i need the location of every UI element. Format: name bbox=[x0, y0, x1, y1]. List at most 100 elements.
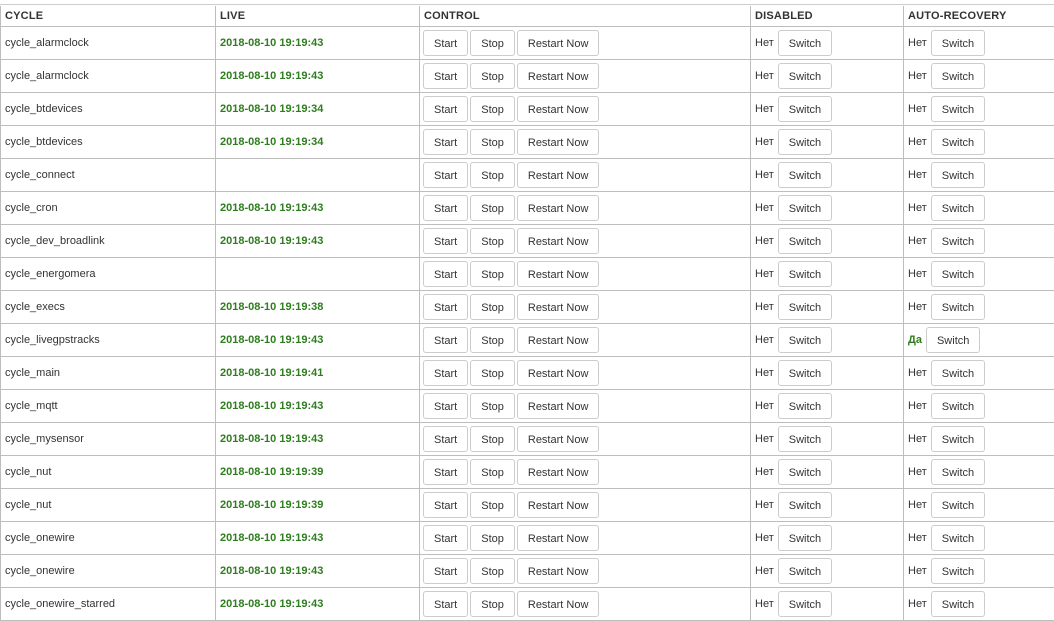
start-button[interactable]: Start bbox=[423, 162, 468, 188]
disabled-switch-button[interactable]: Switch bbox=[778, 294, 832, 320]
disabled-switch-button[interactable]: Switch bbox=[778, 162, 832, 188]
auto-recovery-switch-button[interactable]: Switch bbox=[931, 393, 985, 419]
disabled-switch-button[interactable]: Switch bbox=[778, 591, 832, 617]
stop-button[interactable]: Stop bbox=[470, 30, 515, 56]
disabled-switch-button[interactable]: Switch bbox=[778, 558, 832, 584]
restart-now-button[interactable]: Restart Now bbox=[517, 294, 600, 320]
auto-recovery-switch-button[interactable]: Switch bbox=[931, 525, 985, 551]
restart-now-button[interactable]: Restart Now bbox=[517, 492, 600, 518]
restart-now-button[interactable]: Restart Now bbox=[517, 558, 600, 584]
start-button[interactable]: Start bbox=[423, 459, 468, 485]
restart-now-button[interactable]: Restart Now bbox=[517, 96, 600, 122]
start-button[interactable]: Start bbox=[423, 228, 468, 254]
auto-recovery-switch-button[interactable]: Switch bbox=[931, 96, 985, 122]
stop-button[interactable]: Stop bbox=[470, 294, 515, 320]
restart-now-button[interactable]: Restart Now bbox=[517, 261, 600, 287]
auto-recovery-switch-button[interactable]: Switch bbox=[926, 327, 980, 353]
start-button[interactable]: Start bbox=[423, 30, 468, 56]
start-button[interactable]: Start bbox=[423, 63, 468, 89]
disabled-switch-button[interactable]: Switch bbox=[778, 393, 832, 419]
disabled-switch-button[interactable]: Switch bbox=[778, 426, 832, 452]
start-button[interactable]: Start bbox=[423, 492, 468, 518]
auto-recovery-switch-button[interactable]: Switch bbox=[931, 63, 985, 89]
disabled-switch-button[interactable]: Switch bbox=[778, 30, 832, 56]
restart-now-button[interactable]: Restart Now bbox=[517, 360, 600, 386]
restart-now-button[interactable]: Restart Now bbox=[517, 327, 600, 353]
start-button[interactable]: Start bbox=[423, 129, 468, 155]
stop-button[interactable]: Stop bbox=[470, 327, 515, 353]
restart-now-button[interactable]: Restart Now bbox=[517, 525, 600, 551]
disabled-switch-button[interactable]: Switch bbox=[778, 261, 832, 287]
disabled-switch-button[interactable]: Switch bbox=[778, 195, 832, 221]
auto-recovery-switch-button[interactable]: Switch bbox=[931, 294, 985, 320]
start-button[interactable]: Start bbox=[423, 294, 468, 320]
live-timestamp: 2018-08-10 19:19:34 bbox=[216, 126, 420, 159]
restart-now-button[interactable]: Restart Now bbox=[517, 228, 600, 254]
restart-now-button[interactable]: Restart Now bbox=[517, 129, 600, 155]
stop-button[interactable]: Stop bbox=[470, 129, 515, 155]
disabled-status: Нет bbox=[755, 532, 774, 544]
start-button[interactable]: Start bbox=[423, 525, 468, 551]
auto-recovery-switch-button[interactable]: Switch bbox=[931, 492, 985, 518]
auto-recovery-switch-button[interactable]: Switch bbox=[931, 228, 985, 254]
stop-button[interactable]: Stop bbox=[470, 525, 515, 551]
stop-button[interactable]: Stop bbox=[470, 558, 515, 584]
auto-recovery-switch-button[interactable]: Switch bbox=[931, 591, 985, 617]
auto-recovery-switch-button[interactable]: Switch bbox=[931, 558, 985, 584]
restart-now-button[interactable]: Restart Now bbox=[517, 195, 600, 221]
disabled-switch-button[interactable]: Switch bbox=[778, 525, 832, 551]
stop-button[interactable]: Stop bbox=[470, 360, 515, 386]
live-timestamp: 2018-08-10 19:19:43 bbox=[216, 324, 420, 357]
stop-button[interactable]: Stop bbox=[470, 492, 515, 518]
start-button[interactable]: Start bbox=[423, 558, 468, 584]
auto-recovery-switch-button[interactable]: Switch bbox=[931, 426, 985, 452]
restart-now-button[interactable]: Restart Now bbox=[517, 63, 600, 89]
control-cell: StartStopRestart Now bbox=[420, 291, 751, 324]
auto-recovery-switch-button[interactable]: Switch bbox=[931, 360, 985, 386]
start-button[interactable]: Start bbox=[423, 261, 468, 287]
disabled-cell: НетSwitch bbox=[751, 456, 904, 489]
disabled-switch-button[interactable]: Switch bbox=[778, 96, 832, 122]
auto-recovery-switch-button[interactable]: Switch bbox=[931, 162, 985, 188]
stop-button[interactable]: Stop bbox=[470, 261, 515, 287]
stop-button[interactable]: Stop bbox=[470, 591, 515, 617]
auto-recovery-switch-button[interactable]: Switch bbox=[931, 129, 985, 155]
start-button[interactable]: Start bbox=[423, 360, 468, 386]
auto-recovery-cell: НетSwitch bbox=[904, 456, 1054, 489]
disabled-switch-button[interactable]: Switch bbox=[778, 492, 832, 518]
restart-now-button[interactable]: Restart Now bbox=[517, 393, 600, 419]
auto-recovery-switch-button[interactable]: Switch bbox=[931, 261, 985, 287]
stop-button[interactable]: Stop bbox=[470, 195, 515, 221]
start-button[interactable]: Start bbox=[423, 195, 468, 221]
stop-button[interactable]: Stop bbox=[470, 393, 515, 419]
auto-recovery-switch-button[interactable]: Switch bbox=[931, 30, 985, 56]
stop-button[interactable]: Stop bbox=[470, 426, 515, 452]
start-button[interactable]: Start bbox=[423, 426, 468, 452]
restart-now-button[interactable]: Restart Now bbox=[517, 591, 600, 617]
stop-button[interactable]: Stop bbox=[470, 63, 515, 89]
disabled-switch-button[interactable]: Switch bbox=[778, 360, 832, 386]
start-button[interactable]: Start bbox=[423, 96, 468, 122]
stop-button[interactable]: Stop bbox=[470, 162, 515, 188]
disabled-switch-button[interactable]: Switch bbox=[778, 228, 832, 254]
auto-recovery-cell: НетSwitch bbox=[904, 588, 1054, 621]
restart-now-button[interactable]: Restart Now bbox=[517, 426, 600, 452]
stop-button[interactable]: Stop bbox=[470, 96, 515, 122]
disabled-switch-button[interactable]: Switch bbox=[778, 459, 832, 485]
restart-now-button[interactable]: Restart Now bbox=[517, 30, 600, 56]
disabled-cell: НетSwitch bbox=[751, 27, 904, 60]
start-button[interactable]: Start bbox=[423, 591, 468, 617]
restart-now-button[interactable]: Restart Now bbox=[517, 162, 600, 188]
stop-button[interactable]: Stop bbox=[470, 228, 515, 254]
auto-recovery-switch-button[interactable]: Switch bbox=[931, 459, 985, 485]
disabled-status: Нет bbox=[755, 400, 774, 412]
auto-recovery-switch-button[interactable]: Switch bbox=[931, 195, 985, 221]
disabled-cell: НетSwitch bbox=[751, 60, 904, 93]
disabled-switch-button[interactable]: Switch bbox=[778, 327, 832, 353]
disabled-switch-button[interactable]: Switch bbox=[778, 129, 832, 155]
start-button[interactable]: Start bbox=[423, 327, 468, 353]
stop-button[interactable]: Stop bbox=[470, 459, 515, 485]
restart-now-button[interactable]: Restart Now bbox=[517, 459, 600, 485]
disabled-switch-button[interactable]: Switch bbox=[778, 63, 832, 89]
start-button[interactable]: Start bbox=[423, 393, 468, 419]
